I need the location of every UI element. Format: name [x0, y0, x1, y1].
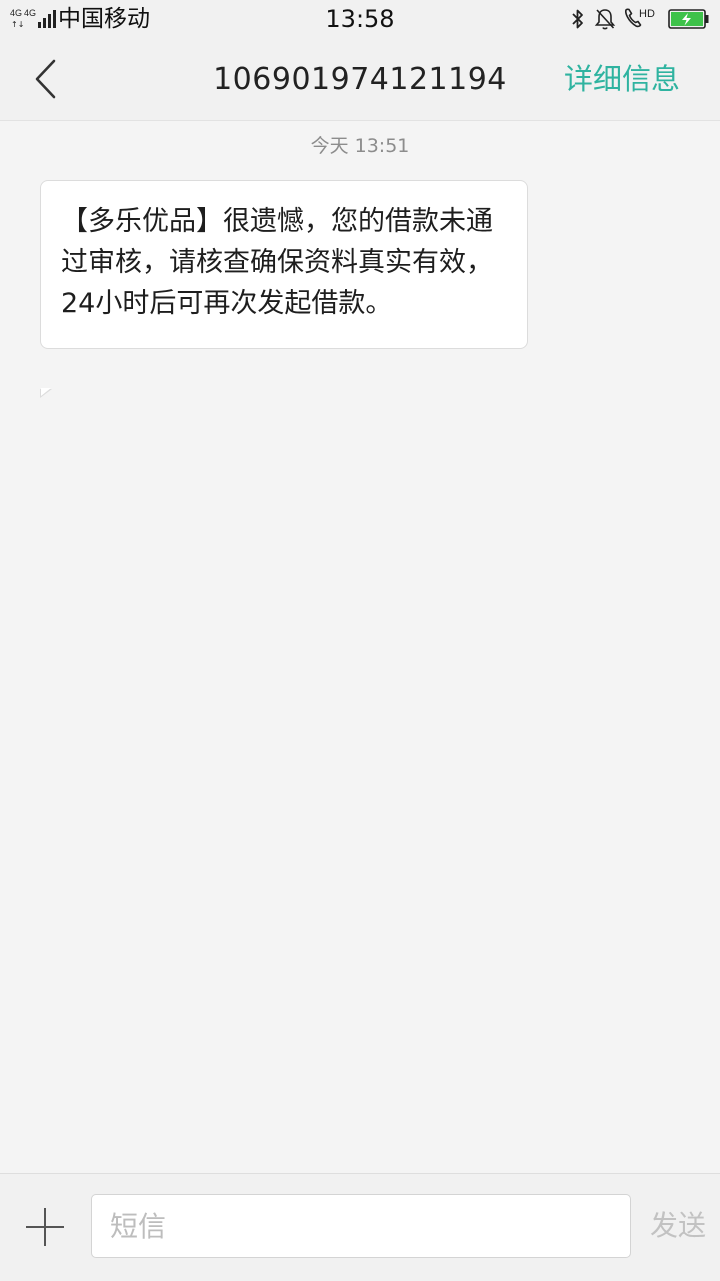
- message-timestamp: 今天 13:51: [310, 135, 410, 157]
- add-attachment-button[interactable]: [22, 1204, 68, 1250]
- status-icons: HD: [560, 0, 720, 38]
- chevron-left-icon: [35, 59, 56, 99]
- hd-label: HD: [639, 8, 655, 20]
- bluetooth-icon: [572, 9, 583, 29]
- sender-number: 106901974121194: [213, 62, 507, 97]
- status-bar: 4G 4G ↑↓ 中国移动 13:58 HD: [0, 0, 720, 38]
- message-list[interactable]: 今天 13:51 【多乐优品】很遗憾，您的借款未通过审核，请核查确保资料真实有效…: [0, 121, 720, 1173]
- details-button[interactable]: 详细信息: [564, 58, 680, 100]
- conversation-header: 106901974121194 详细信息: [0, 38, 720, 121]
- plus-icon: [26, 1208, 64, 1246]
- compose-bar: 发送: [0, 1173, 720, 1281]
- send-button[interactable]: 发送: [650, 1206, 706, 1246]
- bubble-tail-fill: [41, 388, 51, 396]
- battery-charging-icon: [668, 9, 709, 29]
- incoming-message-bubble[interactable]: 【多乐优品】很遗憾，您的借款未通过审核，请核查确保资料真实有效，24小时后可再次…: [40, 180, 528, 349]
- back-button[interactable]: [22, 52, 74, 106]
- sms-input[interactable]: [91, 1194, 631, 1258]
- mute-bell-icon: [594, 9, 616, 30]
- hd-call-icon: HD: [625, 8, 655, 28]
